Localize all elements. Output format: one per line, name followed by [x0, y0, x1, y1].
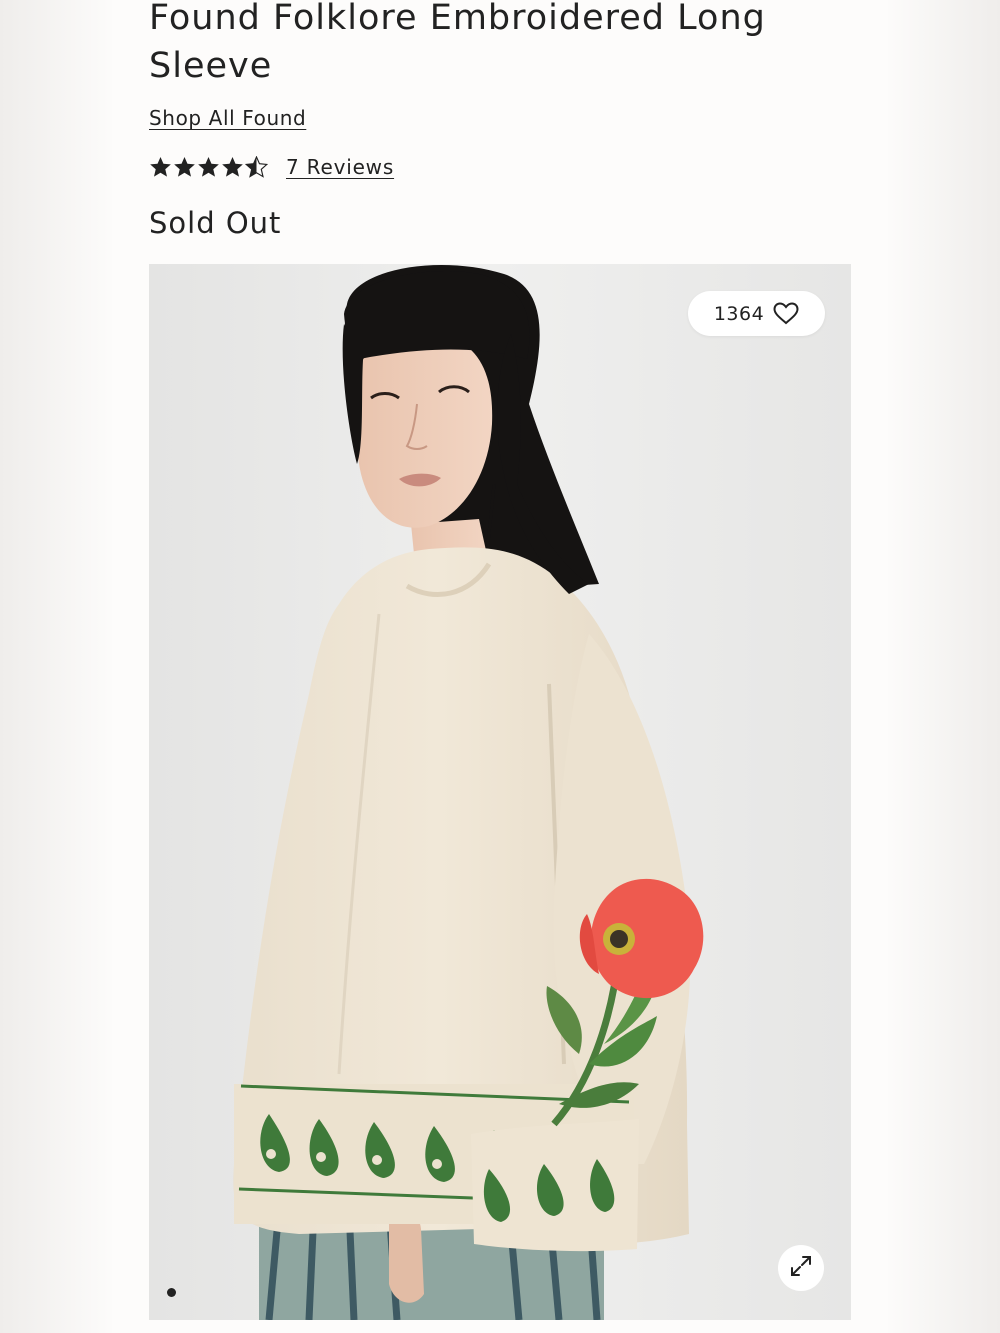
- star-rating[interactable]: [149, 156, 268, 178]
- star-half-icon: [245, 156, 268, 178]
- star-full-icon: [197, 156, 220, 178]
- product-title: Found Folklore Embroidered Long Sleeve: [149, 0, 766, 86]
- rating-row: 7 Reviews: [149, 153, 394, 181]
- star-full-icon: [173, 156, 196, 178]
- star-full-icon: [221, 156, 244, 178]
- carousel-dot-active[interactable]: [167, 1288, 176, 1297]
- product-photo: [149, 264, 851, 1320]
- availability-status: Sold Out: [149, 206, 282, 240]
- product-image-gallery[interactable]: 1364: [149, 264, 851, 1320]
- shop-all-link[interactable]: Shop All Found: [149, 106, 306, 130]
- expand-image-button[interactable]: [778, 1245, 824, 1291]
- product-page: Found Folklore Embroidered Long Sleeve S…: [0, 0, 1000, 1333]
- like-count: 1364: [713, 302, 765, 325]
- star-full-icon: [149, 156, 172, 178]
- like-button[interactable]: 1364: [688, 291, 825, 336]
- reviews-link[interactable]: 7 Reviews: [286, 155, 394, 179]
- expand-icon: [788, 1253, 814, 1283]
- heart-icon: [773, 302, 799, 325]
